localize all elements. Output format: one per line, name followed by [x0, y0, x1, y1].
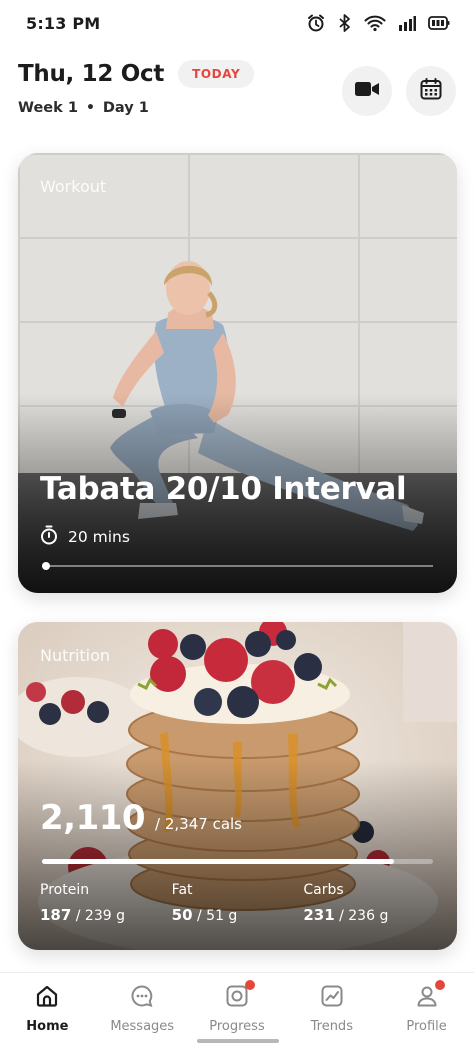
- nav-label: Home: [26, 1019, 69, 1034]
- nav-item-profile[interactable]: Profile: [379, 973, 474, 1053]
- video-button[interactable]: [342, 66, 392, 116]
- week-label: Week 1: [18, 100, 78, 116]
- nutrition-card[interactable]: Nutrition 2,110 / 2,347 cals Protein 187…: [18, 622, 457, 950]
- message-icon: [127, 981, 157, 1011]
- workout-card[interactable]: Workout Tabata 20/10 Interval 20 mins: [18, 153, 457, 593]
- workout-progress-bar: [41, 562, 433, 570]
- nav-label: Progress: [209, 1019, 265, 1034]
- progress-icon: [222, 980, 255, 1011]
- nav-label: Trends: [310, 1019, 353, 1034]
- home-indicator[interactable]: [197, 1039, 279, 1043]
- nav-label: Profile: [406, 1019, 447, 1034]
- macro-value-line: 231 / 236 g: [303, 906, 435, 924]
- workout-progress-knob: [41, 562, 50, 570]
- status-icons: [306, 13, 450, 33]
- workout-label: Workout: [40, 177, 107, 196]
- nav-label: Messages: [110, 1019, 175, 1034]
- alarm-icon: [306, 13, 326, 33]
- calendar-button[interactable]: [406, 66, 456, 116]
- macro-carbs: Carbs 231 / 236 g: [303, 882, 435, 924]
- nav-item-trends[interactable]: Trends: [284, 973, 379, 1053]
- status-time: 5:13 PM: [26, 13, 101, 33]
- video-camera-icon: [354, 80, 380, 102]
- macro-value: 50: [171, 906, 193, 924]
- macro-value-line: 187 / 239 g: [40, 906, 172, 924]
- calories-summary: 2,110 / 2,347 cals: [40, 798, 242, 838]
- signal-icon: [398, 15, 416, 31]
- notification-badge: [434, 980, 445, 990]
- nutrition-label: Nutrition: [40, 646, 111, 665]
- macro-label: Fat: [171, 882, 193, 898]
- macro-goal: / 51 g: [192, 908, 238, 924]
- calories-consumed: 2,110: [40, 798, 146, 838]
- macro-value: 187: [40, 906, 72, 924]
- profile-icon: [412, 980, 445, 1011]
- calories-progress-bar: [42, 859, 433, 864]
- calendar-icon: [420, 78, 442, 104]
- macro-value-line: 50 / 51 g: [172, 906, 304, 924]
- macro-protein: Protein 187 / 239 g: [40, 882, 172, 924]
- macro-fat: Fat 50 / 51 g: [172, 882, 304, 924]
- workout-duration: 20 mins: [40, 525, 130, 549]
- workout-title: Tabata 20/10 Interval: [40, 471, 407, 507]
- notification-badge: [244, 980, 255, 990]
- macro-label: Carbs: [303, 882, 344, 898]
- nav-item-messages[interactable]: Messages: [95, 973, 190, 1053]
- home-icon: [32, 981, 62, 1011]
- battery-icon: [428, 16, 450, 30]
- separator-dot: •: [85, 100, 95, 116]
- macros-row: Protein 187 / 239 g Fat 50 / 51 g Carbs …: [40, 882, 435, 924]
- macro-goal: / 239 g: [71, 908, 125, 924]
- nav-item-home[interactable]: Home: [0, 973, 95, 1053]
- calories-goal: / 2,347 cals: [155, 815, 242, 833]
- duration-text: 20 mins: [68, 528, 130, 546]
- macro-goal: / 236 g: [334, 908, 389, 924]
- trends-icon: [317, 981, 347, 1011]
- wifi-icon: [364, 14, 386, 32]
- header: Thu, 12 Oct TODAY Week 1 • Day 1: [18, 60, 456, 124]
- status-bar: 5:13 PM: [0, 0, 474, 46]
- week-day-row: Week 1 • Day 1: [18, 100, 456, 116]
- stopwatch-icon: [40, 525, 58, 549]
- macro-value: 231: [303, 906, 335, 924]
- today-badge[interactable]: TODAY: [178, 60, 255, 88]
- date-title[interactable]: Thu, 12 Oct: [18, 61, 164, 87]
- bluetooth-icon: [338, 13, 352, 33]
- day-label: Day 1: [102, 100, 149, 116]
- macro-label: Protein: [40, 882, 90, 898]
- calories-progress-fill: [42, 859, 394, 864]
